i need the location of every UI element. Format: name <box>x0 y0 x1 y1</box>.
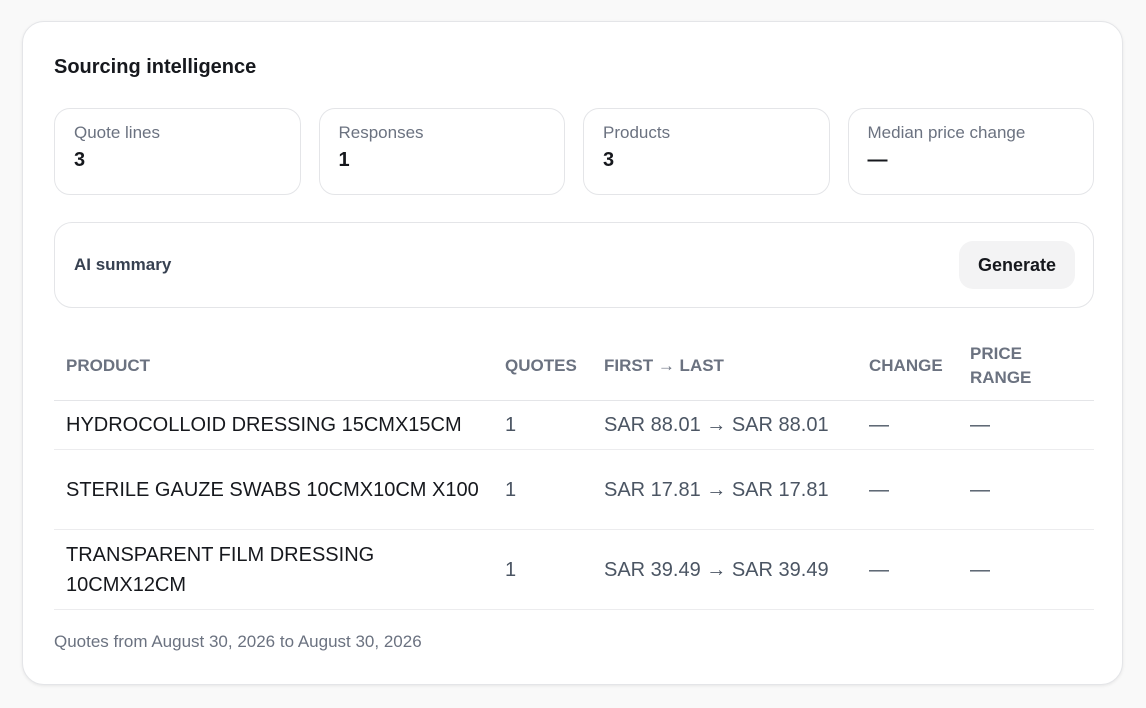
cell-first-last: SAR 17.81 → SAR 17.81 <box>592 449 857 530</box>
cell-quotes: 1 <box>493 400 592 450</box>
cell-product: TRANSPARENT FILM DRESSING 10CMX12CM <box>54 529 493 610</box>
cell-quotes: 1 <box>493 529 592 610</box>
stats-row: Quote lines 3 Responses 1 Products 3 Med… <box>54 108 1094 195</box>
column-header-change: Change <box>857 338 958 401</box>
cell-quotes: 1 <box>493 449 592 530</box>
cell-price-range: — <box>958 400 1094 450</box>
cell-price-range: — <box>958 449 1094 530</box>
stat-median-price-change: Median price change — <box>847 108 1094 195</box>
table-row: STERILE GAUZE SWABS 10CMX10CM X100 1 SAR… <box>54 449 1094 530</box>
sourcing-intelligence-card: Sourcing intelligence Quote lines 3 Resp… <box>22 21 1123 685</box>
stat-responses: Responses 1 <box>318 108 565 195</box>
cell-change: — <box>857 400 958 450</box>
cell-first-last: SAR 88.01 → SAR 88.01 <box>592 400 857 450</box>
stat-products: Products 3 <box>583 108 830 195</box>
ai-summary-label: AI summary <box>74 255 172 274</box>
cell-change: — <box>857 449 958 530</box>
stat-label: Responses <box>338 123 424 142</box>
products-table: Product Quotes First → Last Change Price… <box>54 338 1094 610</box>
date-range-footer: Quotes from August 30, 2026 to August 30… <box>54 632 422 651</box>
stat-value: 1 <box>338 149 350 171</box>
stat-value: 3 <box>74 149 86 171</box>
cell-price-range: — <box>958 529 1094 610</box>
ai-summary-panel: AI summary Generate <box>54 222 1094 308</box>
cell-change: — <box>857 529 958 610</box>
column-header-price-range: Price range <box>958 338 1094 401</box>
stat-value: — <box>867 149 888 171</box>
table-row: HYDROCOLLOID DRESSING 15CMX15CM 1 SAR 88… <box>54 400 1094 450</box>
generate-button[interactable]: Generate <box>958 241 1075 289</box>
stat-label: Quote lines <box>74 123 160 142</box>
stat-label: Products <box>603 123 671 142</box>
table-header-row: Product Quotes First → Last Change Price… <box>54 338 1094 401</box>
stat-label: Median price change <box>867 123 1026 142</box>
stat-value: 3 <box>603 149 615 171</box>
table-row: TRANSPARENT FILM DRESSING 10CMX12CM 1 SA… <box>54 529 1094 610</box>
column-header-first-last: First → Last <box>592 338 857 401</box>
cell-product: HYDROCOLLOID DRESSING 15CMX15CM <box>54 400 493 450</box>
column-header-product: Product <box>54 338 493 401</box>
card-title: Sourcing intelligence <box>54 56 257 78</box>
cell-product: STERILE GAUZE SWABS 10CMX10CM X100 <box>54 449 493 530</box>
cell-first-last: SAR 39.49 → SAR 39.49 <box>592 529 857 610</box>
stat-quote-lines: Quote lines 3 <box>54 108 301 195</box>
column-header-quotes: Quotes <box>493 338 592 401</box>
